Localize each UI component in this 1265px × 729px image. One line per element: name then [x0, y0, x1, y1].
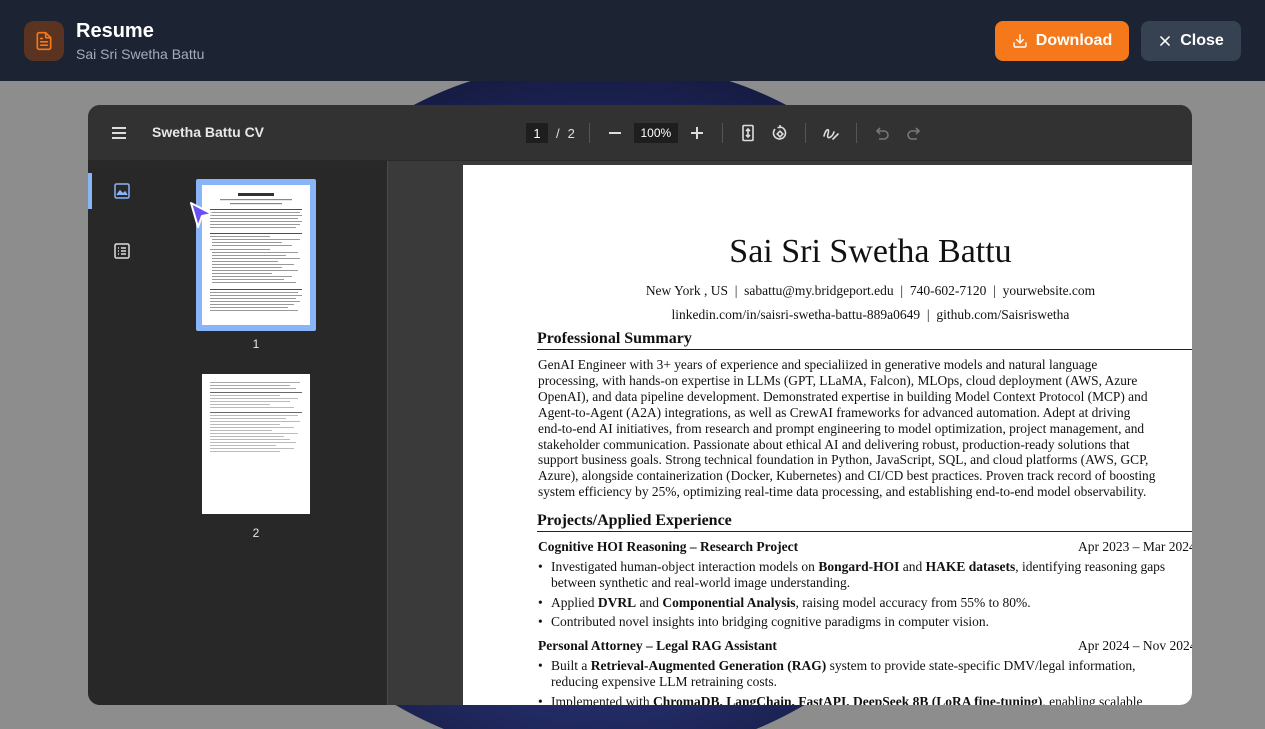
modal-title: Resume: [76, 19, 154, 42]
summary-line: stakeholder communication. Passionate ab…: [538, 436, 1130, 452]
toolbar-divider: [588, 123, 590, 143]
project-title: Cognitive HOI Reasoning – Research Proje…: [538, 539, 799, 554]
pdf-viewer: Swetha Battu CV 1 / 2 100% 1 2 Sai Sri S…: [88, 105, 1192, 705]
document-icon: [24, 20, 64, 61]
section-heading: Professional Summary: [537, 330, 1192, 350]
close-label: Close: [1180, 31, 1224, 49]
contact-line-1: New York , US | sabattu@my.bridgeport.ed…: [645, 283, 1096, 298]
zoom-out-icon[interactable]: [604, 122, 626, 144]
summary-line: end-to-end AI initiatives, from research…: [538, 420, 1145, 436]
contact-line-2: linkedin.com/in/saisri-swetha-battu-889a…: [671, 307, 1070, 322]
thumbnails-icon[interactable]: [112, 181, 132, 201]
menu-icon[interactable]: [110, 124, 130, 142]
project-bullets: • Investigated human-object interaction …: [538, 559, 1192, 630]
project-date: Apr 2024 – Nov 2024: [1078, 638, 1192, 653]
zoom-level[interactable]: 100%: [633, 123, 678, 143]
project-title: Personal Attorney – Legal RAG Assistant: [538, 638, 777, 653]
toolbar-divider: [855, 123, 857, 143]
resume-page: Sai Sri Swetha Battu New York , US | sab…: [463, 165, 1192, 705]
undo-icon[interactable]: [871, 122, 893, 144]
download-button[interactable]: Download: [995, 20, 1129, 61]
list-item: • Implemented with ChromaDB, LangChain, …: [538, 694, 1143, 705]
resume-name: Sai Sri Swetha Battu: [729, 233, 1012, 270]
zoom-in-icon[interactable]: [686, 122, 708, 144]
list-item: • Built a Retrieval-Augmented Generation…: [538, 658, 1136, 673]
thumbnail-label-1: 1: [252, 337, 260, 351]
download-label: Download: [1035, 31, 1113, 49]
list-item-continuation: between synthetic and real-world image u…: [551, 575, 851, 590]
fit-page-icon[interactable]: [737, 122, 759, 144]
list-item-continuation: reducing expensive LLM retraining costs.: [551, 674, 778, 689]
summary-line: Azure), alongside containerization (Dock…: [538, 468, 1156, 484]
list-item: • Contributed novel insights into bridgin…: [538, 614, 989, 629]
section-heading: Projects/Applied Experience: [537, 512, 1192, 532]
modal-subtitle: Sai Sri Swetha Battu: [76, 45, 205, 62]
summary-text: GenAI Engineer with 3+ years of experien…: [538, 357, 1192, 500]
summary-line: support business goals. Strong technical…: [538, 452, 1149, 468]
document-title: Swetha Battu CV: [152, 124, 265, 140]
page-number-input[interactable]: 1: [526, 123, 548, 143]
download-icon: [1013, 33, 1027, 48]
summary-line: Agent-to-Agent (A2A) integrations, as we…: [538, 404, 1131, 420]
redo-icon[interactable]: [903, 122, 925, 144]
total-pages: 2: [567, 125, 575, 141]
outline-icon[interactable]: [112, 241, 132, 261]
close-icon: [1160, 35, 1171, 46]
project-bullets: • Built a Retrieval-Augmented Generation…: [538, 658, 1192, 705]
summary-line: system efficiency by 25%, optimizing rea…: [538, 484, 1147, 500]
list-item: • Investigated human-object interaction …: [538, 559, 1166, 574]
cursor-pointer-icon: [190, 202, 213, 228]
page-thumbnail-2[interactable]: [202, 374, 310, 514]
active-indicator: [88, 173, 92, 209]
toolbar-divider: [804, 123, 806, 143]
draw-icon[interactable]: [820, 122, 842, 144]
document-canvas[interactable]: Sai Sri Swetha Battu New York , US | sab…: [389, 161, 1192, 705]
summary-line: processing, with hands-on expertise in L…: [538, 372, 1138, 388]
rotate-icon[interactable]: [769, 122, 791, 144]
viewer-toolbar: Swetha Battu CV 1 / 2 100%: [88, 105, 1192, 161]
thumbnail-panel: 1 2: [158, 161, 388, 705]
summary-line: OpenAI), and data pipeline development. …: [538, 388, 1148, 404]
list-item: • Applied DVRL and Componential Analysis…: [538, 595, 1031, 610]
thumbnail-label-2: 2: [252, 526, 260, 540]
close-button[interactable]: Close: [1141, 20, 1241, 61]
toolbar-divider: [721, 123, 723, 143]
thumbnail-preview: [210, 382, 302, 452]
project-date: Apr 2023 – Mar 2024: [1078, 539, 1192, 554]
thumbnail-preview: [210, 193, 302, 311]
modal-header: Resume Sai Sri Swetha Battu Download Clo…: [0, 0, 1265, 81]
toolbar-controls: 1 / 2 100%: [526, 121, 925, 145]
sidebar-rail: [88, 161, 158, 705]
page-separator: /: [556, 125, 560, 141]
summary-line: GenAI Engineer with 3+ years of experien…: [538, 357, 1098, 372]
